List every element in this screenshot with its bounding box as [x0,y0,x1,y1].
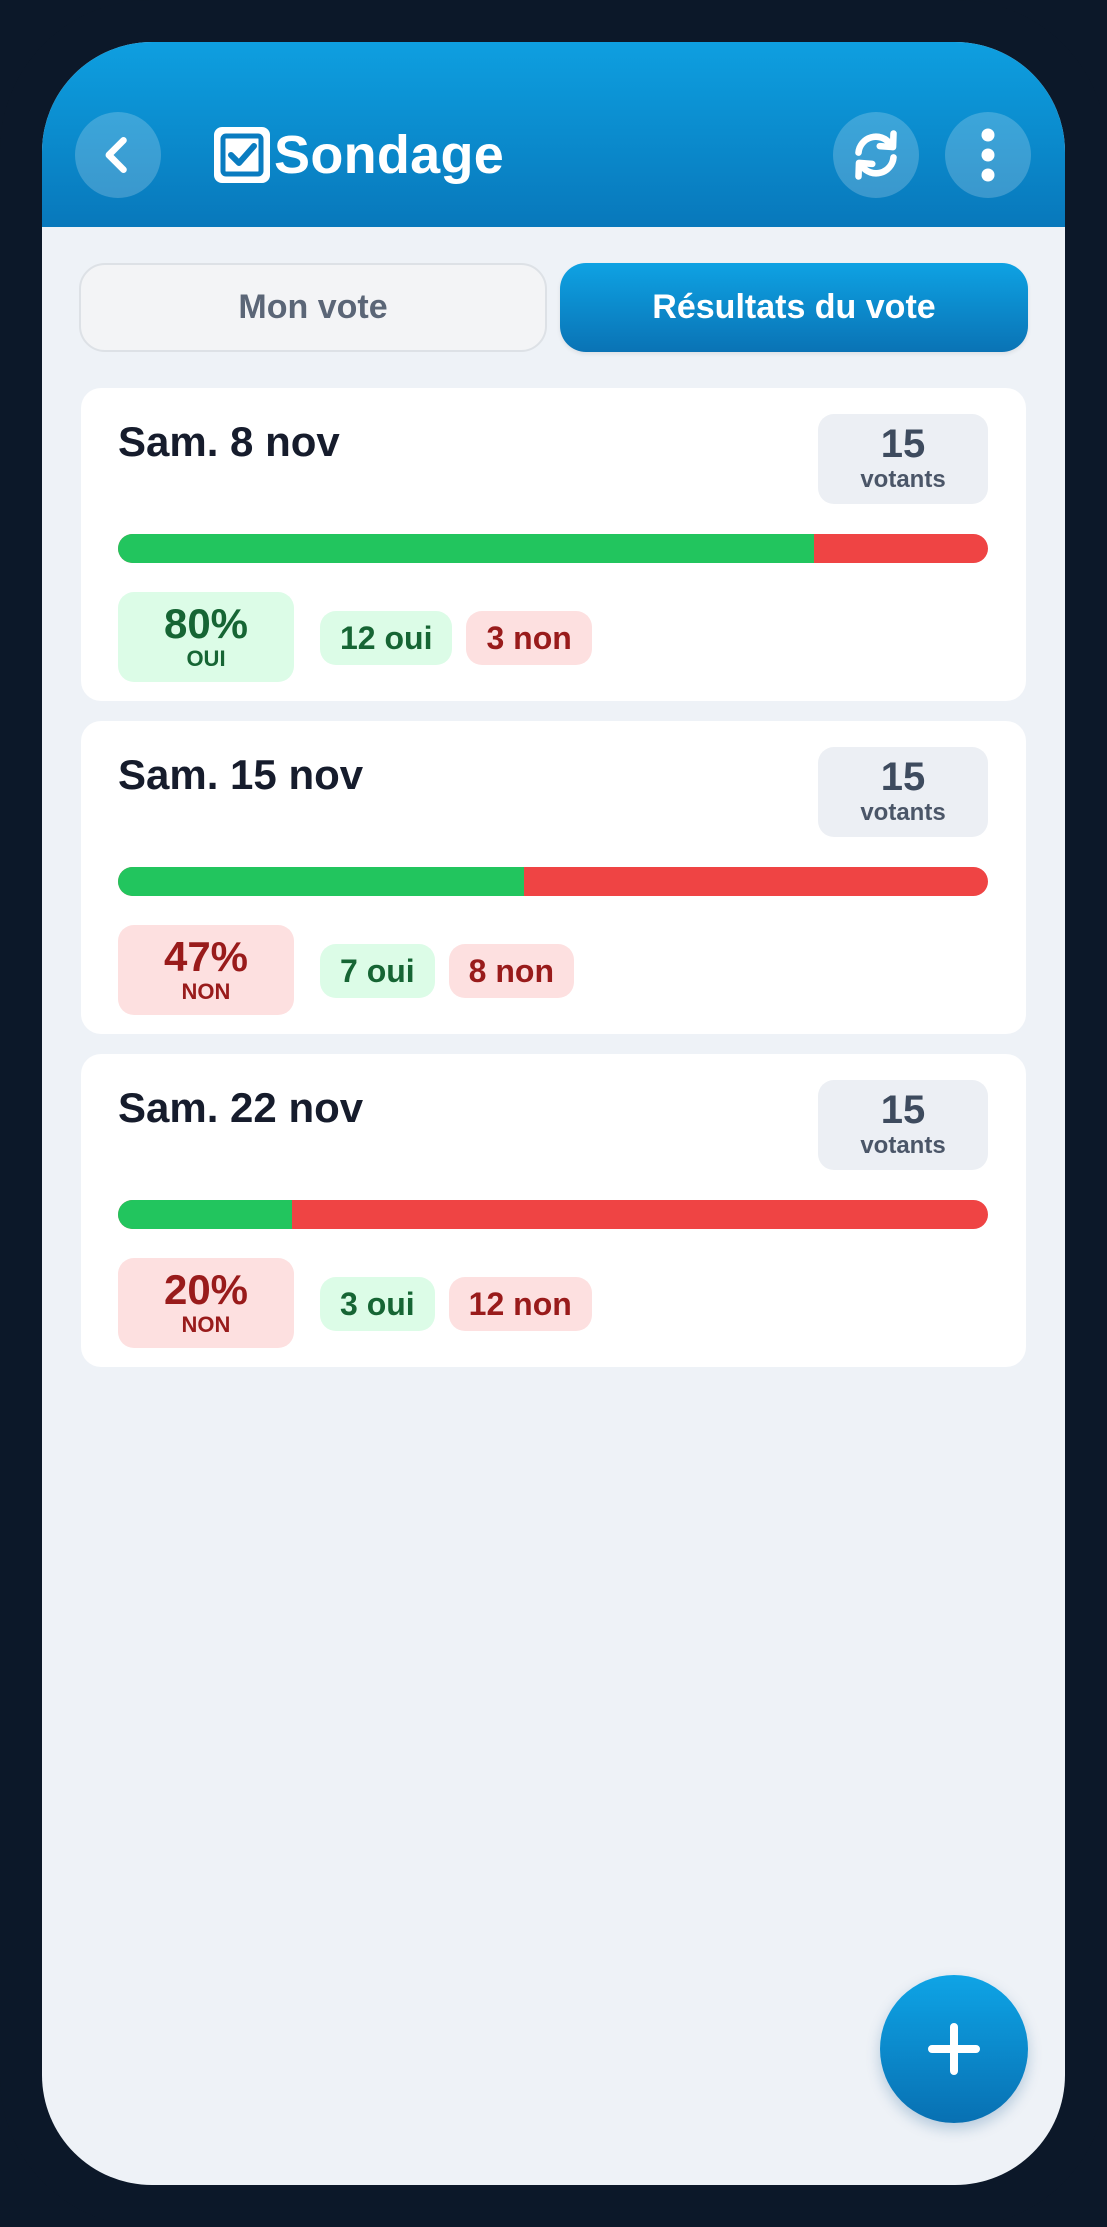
voters-badge: 15 votants [818,747,988,837]
refresh-button[interactable] [833,112,919,198]
voters-count: 15 [880,1088,926,1132]
voters-count: 15 [880,422,926,466]
voters-label: votants [860,1132,946,1159]
more-options-button[interactable] [945,112,1031,198]
voters-badge: 15 votants [818,414,988,504]
percent-value: 47% [163,933,249,980]
voters-label: votants [860,799,946,826]
tab-mon-vote[interactable]: Mon vote [79,263,547,352]
phone-frame: Sondage Mon vote Résultats du vote Sam. [0,0,1107,2227]
yes-count-chip: 3 oui [320,1277,435,1331]
percent-badge: 80% OUI [118,592,294,682]
result-card: Sam. 8 nov 15 votants 80% OUI 12 oui 3 non [81,388,1026,701]
vote-progress-bar [118,867,988,896]
vote-counts: 3 oui 12 non [320,1277,592,1331]
percent-verdict: NON [181,979,231,1004]
voters-label: votants [860,466,946,493]
percent-value: 20% [163,1266,249,1313]
card-date: Sam. 8 nov [118,418,340,465]
yes-count-chip: 7 oui [320,944,435,998]
vote-counts: 12 oui 3 non [320,611,592,665]
plus-icon [928,2023,980,2075]
card-date: Sam. 15 nov [118,751,364,798]
refresh-icon [855,130,897,180]
back-button[interactable] [75,112,161,198]
voters-badge: 15 votants [818,1080,988,1170]
percent-value: 80% [163,600,249,647]
voters-count: 15 [880,755,926,799]
percent-verdict: NON [181,1312,231,1337]
no-count-chip: 3 non [466,611,592,665]
no-count-chip: 12 non [448,1277,592,1331]
percent-badge: 20% NON [118,1258,294,1348]
vote-progress-yes [118,867,525,896]
vote-progress-yes [118,534,814,563]
more-vertical-icon [981,128,995,182]
result-card: Sam. 22 nov 15 votants 20% NON 3 oui 12 non [81,1054,1026,1367]
chevron-left-icon [105,137,127,173]
percent-verdict: OUI [186,646,226,671]
no-count-chip: 8 non [448,944,574,998]
add-button[interactable] [880,1975,1028,2123]
yes-count-chip: 12 oui [320,611,453,665]
vote-progress-bar [118,1200,988,1229]
screen: Sondage Mon vote Résultats du vote Sam. [42,42,1065,2185]
result-card: Sam. 15 nov 15 votants 47% NON 7 oui 8 non [81,721,1026,1034]
page-title: Sondage [274,125,505,185]
tab-resultats[interactable]: Résultats du vote [560,263,1028,352]
percent-badge: 47% NON [118,925,294,1015]
app-header: Sondage [42,42,1065,227]
card-date: Sam. 22 nov [118,1084,364,1131]
vote-counts: 7 oui 8 non [320,944,574,998]
vote-progress-bar [118,534,988,563]
vote-progress-yes [118,1200,292,1229]
